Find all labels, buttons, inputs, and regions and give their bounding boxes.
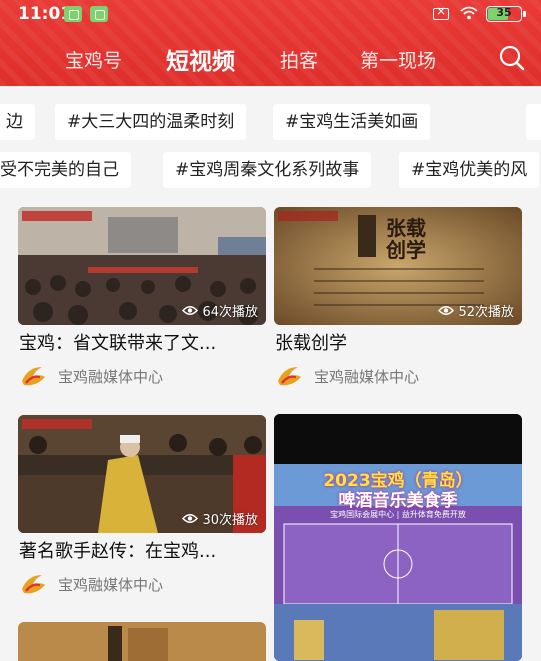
media-center-logo-icon (22, 367, 45, 386)
author-name: 宝鸡融媒体中心 (314, 367, 420, 386)
tab-paike[interactable]: 拍客 (280, 46, 318, 73)
video-title[interactable]: 张载创学 (275, 329, 523, 355)
topic-tag[interactable]: 受不完美的自己 (0, 152, 131, 188)
app-notification-icon (90, 6, 108, 22)
battery-level: 35 (496, 6, 512, 19)
play-count-text: 64次播放 (202, 305, 258, 320)
app-notification-icon (64, 6, 82, 22)
promo-headline: 啤酒音乐美食季 (338, 491, 458, 511)
promo-video-thumbnail[interactable]: 2023宝鸡（青岛） 啤酒音乐美食季 宝鸡国际会展中心 | 益升体育免费开放 (274, 414, 522, 661)
tab-first-scene[interactable]: 第一现场 (360, 46, 436, 73)
video-thumbnail[interactable]: 30次播放 (18, 415, 266, 533)
battery-icon: 35 (486, 6, 526, 22)
eye-icon (182, 514, 199, 523)
author-name: 宝鸡融媒体中心 (58, 367, 164, 386)
media-center-logo-icon (22, 575, 45, 594)
video-thumbnail[interactable]: 64次播放 (18, 207, 266, 325)
video-author[interactable]: 宝鸡融媒体中心 (18, 361, 163, 391)
search-icon[interactable] (499, 45, 525, 71)
topic-tag[interactable]: #宝鸡周秦文化系列故事 (163, 152, 372, 188)
topic-tag[interactable] (526, 104, 541, 140)
mail-icon (433, 4, 449, 20)
media-center-logo-icon (278, 367, 301, 386)
tab-short-video[interactable]: 短视频 (166, 42, 235, 76)
topic-tag[interactable]: #宝鸡优美的风 (399, 152, 540, 188)
topic-tag[interactable]: 边 (0, 104, 35, 140)
thumbnail-caption: 张载创学 (386, 216, 426, 262)
channel-tabs: 宝鸡号 短视频 拍客 第一现场 (0, 40, 541, 80)
play-count-text: 30次播放 (202, 513, 258, 528)
video-title[interactable]: 宝鸡：省文联带来了文... (19, 329, 267, 355)
tab-baoji-account[interactable]: 宝鸡号 (65, 46, 122, 73)
status-bar: 11:01 35 (0, 0, 541, 30)
topic-tag[interactable]: #大三大四的温柔时刻 (55, 104, 247, 140)
video-author[interactable]: 宝鸡融媒体中心 (18, 569, 163, 599)
play-count-text: 52次播放 (458, 305, 514, 320)
topic-tag-row: 边 #大三大四的温柔时刻 #宝鸡生活美如画 (0, 104, 541, 140)
play-count: 52次播放 (438, 301, 514, 320)
promo-subline: 宝鸡国际会展中心 | 益升体育免费开放 (330, 510, 466, 519)
topic-tag[interactable]: #宝鸡生活美如画 (273, 104, 431, 140)
topic-tag-row: 受不完美的自己 #宝鸡周秦文化系列故事 #宝鸡优美的风 (0, 152, 541, 188)
wifi-icon (460, 6, 478, 20)
play-count: 64次播放 (182, 301, 258, 320)
video-thumbnail[interactable]: 张载创学 52次播放 (274, 207, 522, 325)
play-count: 30次播放 (182, 509, 258, 528)
eye-icon (438, 306, 455, 315)
author-name: 宝鸡融媒体中心 (58, 575, 164, 594)
eye-icon (182, 306, 199, 315)
video-title[interactable]: 著名歌手赵传：在宝鸡... (19, 537, 267, 563)
video-card-partial[interactable] (18, 622, 266, 661)
video-author[interactable]: 宝鸡融媒体中心 (274, 361, 419, 391)
